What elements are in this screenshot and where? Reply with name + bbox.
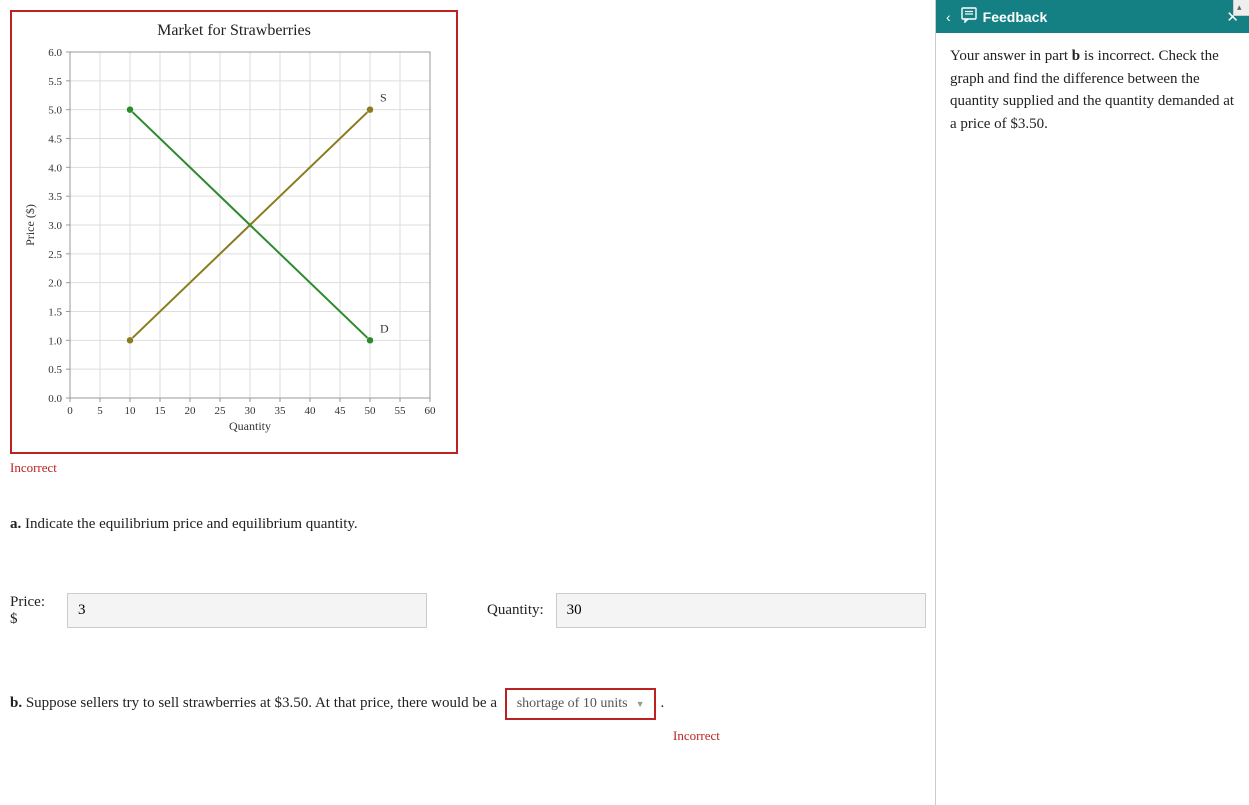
part-a-prompt: Indicate the equilibrium price and equil… xyxy=(25,516,358,532)
svg-text:2.0: 2.0 xyxy=(48,278,62,290)
price-input-group: Price: $ xyxy=(10,593,427,628)
status-incorrect: Incorrect xyxy=(10,460,922,476)
quantity-input[interactable] xyxy=(556,593,926,628)
svg-text:25: 25 xyxy=(215,405,227,417)
svg-text:1.0: 1.0 xyxy=(48,335,62,347)
svg-text:3.0: 3.0 xyxy=(48,220,62,232)
shortage-dropdown[interactable]: shortage of 10 units ▼ xyxy=(505,688,657,720)
part-b-prompt-before: Suppose sellers try to sell strawberries… xyxy=(26,695,497,711)
svg-text:20: 20 xyxy=(185,405,197,417)
svg-text:35: 35 xyxy=(275,405,287,417)
svg-text:0: 0 xyxy=(67,405,73,417)
svg-text:4.5: 4.5 xyxy=(48,134,62,146)
svg-text:6.0: 6.0 xyxy=(48,47,62,59)
back-icon[interactable]: ‹ xyxy=(946,9,951,25)
svg-text:55: 55 xyxy=(395,405,407,417)
price-label: Price: $ xyxy=(10,594,55,628)
quantity-input-group: Quantity: xyxy=(487,593,926,628)
svg-text:Quantity: Quantity xyxy=(229,419,271,433)
quantity-label: Quantity: xyxy=(487,602,544,619)
svg-text:15: 15 xyxy=(155,405,167,417)
chart-title: Market for Strawberries xyxy=(20,22,448,40)
svg-text:1.5: 1.5 xyxy=(48,307,62,319)
scrollbar[interactable] xyxy=(1233,0,1249,16)
chart-svg[interactable]: 0 5 10 15 20 25 30 35 40 45 50 55 60 0.0 0.5 1.0 1.5 2.0 2… xyxy=(20,44,448,444)
dropdown-value: shortage of 10 units xyxy=(517,696,628,712)
part-a-label: a. xyxy=(10,516,25,532)
chevron-down-icon: ▼ xyxy=(636,699,645,709)
feedback-header: ‹ Feedback ✕ xyxy=(936,0,1249,33)
svg-text:30: 30 xyxy=(245,405,257,417)
svg-text:3.5: 3.5 xyxy=(48,191,62,203)
feedback-body: Your answer in part b is incorrect. Chec… xyxy=(936,33,1249,147)
part-b: b. Suppose sellers try to sell strawberr… xyxy=(10,688,922,720)
part-b-incorrect: Incorrect xyxy=(673,728,922,744)
price-input[interactable] xyxy=(67,593,427,628)
svg-text:50: 50 xyxy=(365,405,377,417)
feedback-icon xyxy=(961,7,977,26)
svg-text:Price ($): Price ($) xyxy=(23,204,37,246)
feedback-panel: ‹ Feedback ✕ Your answer in part b is in… xyxy=(935,0,1249,805)
svg-text:4.0: 4.0 xyxy=(48,162,62,174)
chart-container: Market for Strawberries 0 5 10 15 20 25 30 35 40… xyxy=(10,10,458,454)
svg-text:60: 60 xyxy=(425,405,437,417)
svg-text:S: S xyxy=(380,91,387,105)
svg-text:10: 10 xyxy=(125,405,137,417)
svg-text:40: 40 xyxy=(305,405,317,417)
part-a: a. Indicate the equilibrium price and eq… xyxy=(10,516,922,533)
svg-text:D: D xyxy=(380,321,389,335)
svg-text:2.5: 2.5 xyxy=(48,249,62,261)
feedback-title: Feedback xyxy=(983,9,1227,25)
svg-text:45: 45 xyxy=(335,405,347,417)
svg-text:5.0: 5.0 xyxy=(48,105,62,117)
part-b-prompt-after: . xyxy=(660,695,664,711)
svg-text:5.5: 5.5 xyxy=(48,76,62,88)
svg-text:0.5: 0.5 xyxy=(48,364,62,376)
svg-text:5: 5 xyxy=(97,405,103,417)
svg-text:0.0: 0.0 xyxy=(48,393,62,405)
part-b-label: b. xyxy=(10,695,26,711)
